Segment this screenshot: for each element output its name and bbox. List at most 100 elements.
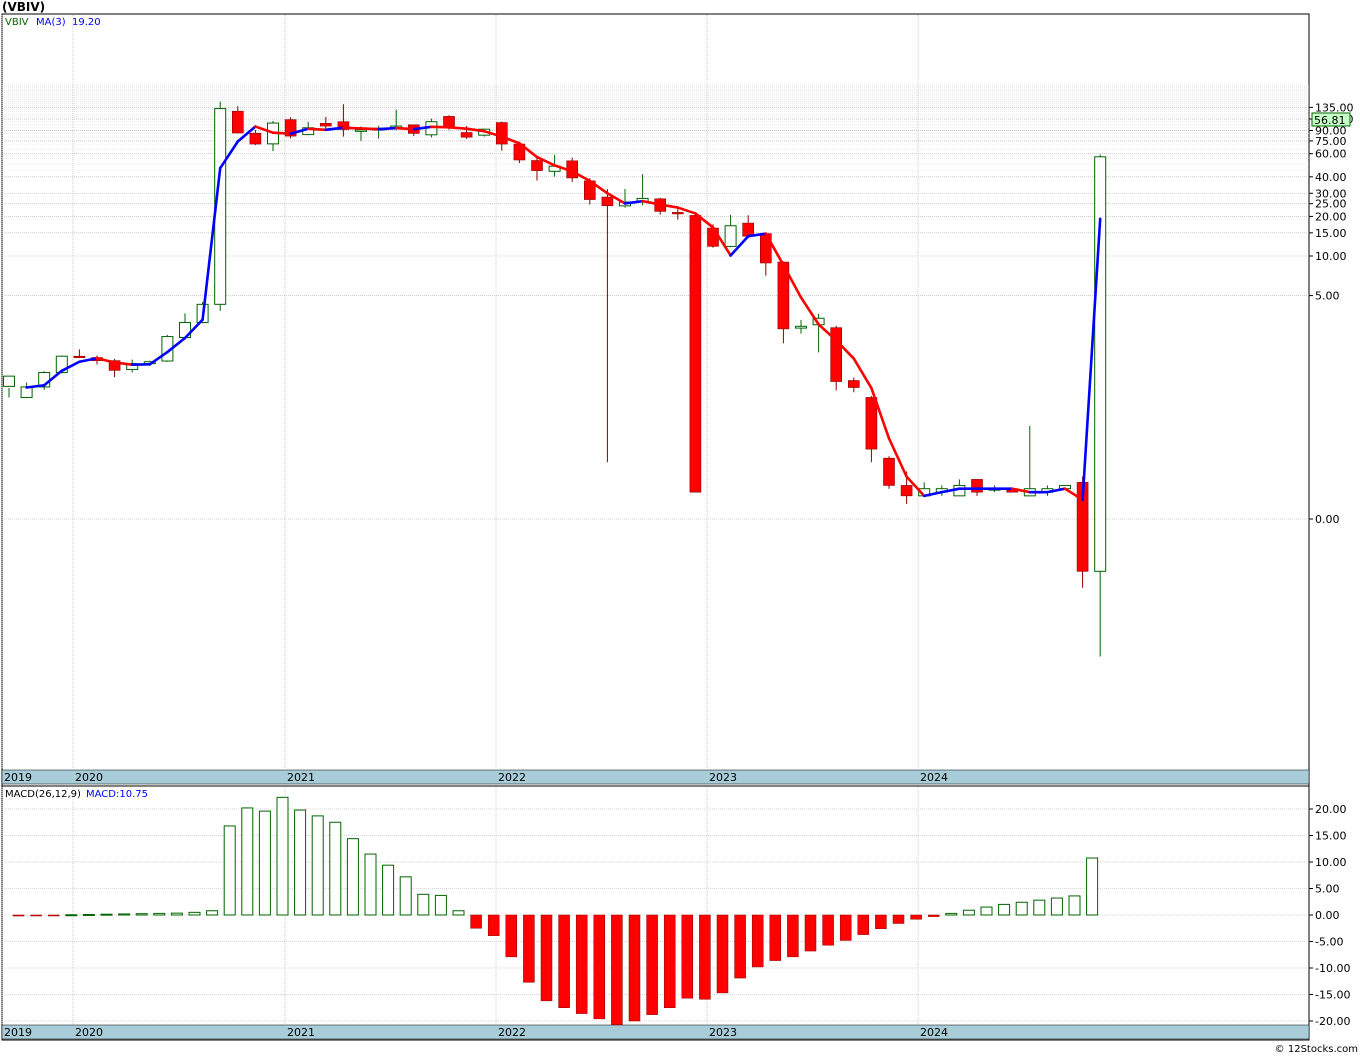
macd-bar-positive — [188, 911, 201, 916]
macd-bar-positive — [382, 864, 395, 916]
macd-bar-negative — [751, 914, 764, 968]
macd-bar-negative — [787, 914, 799, 958]
candle-body-down — [865, 397, 878, 450]
macd-bar-positive — [276, 796, 289, 916]
price-y-tick-label: 10.00 — [1315, 250, 1347, 263]
ma3-segment — [377, 126, 398, 131]
macd-bar-positive — [170, 912, 183, 916]
price-y-tick-label: 40.00 — [1315, 171, 1347, 184]
price-y-tick-label: 15.00 — [1315, 227, 1347, 240]
macd-bar-negative — [857, 914, 870, 935]
macd-bar-positive — [417, 893, 430, 916]
macd-bar-negative — [540, 914, 553, 1002]
macd-bar-negative — [681, 914, 694, 999]
macd-bar-positive — [1050, 897, 1063, 916]
macd-bar-negative — [804, 914, 817, 952]
candle-body-down — [671, 212, 684, 215]
ma3-segment — [394, 126, 416, 131]
macd-y-tick-label: -5.00 — [1315, 936, 1343, 949]
macd-bar-positive — [241, 807, 254, 916]
candle-body-down — [689, 215, 702, 493]
macd-x-label: 2020 — [75, 1026, 103, 1039]
macd-bar-negative — [910, 914, 922, 920]
candle-body-down — [742, 222, 755, 237]
macd-y-tick-label: -10.00 — [1315, 962, 1350, 975]
macd-bar-positive — [1068, 895, 1081, 916]
price-x-label: 2023 — [709, 771, 737, 784]
macd-y-tick-label: -20.00 — [1315, 1015, 1350, 1028]
price-y-tick-label: 20.00 — [1315, 210, 1347, 223]
candle-body-down — [707, 227, 719, 247]
macd-bar-negative — [839, 914, 852, 941]
ma3-segment — [342, 126, 363, 130]
ma3-segment — [271, 131, 292, 136]
macd-bar-positive — [294, 809, 307, 916]
macd-bar-negative — [505, 914, 518, 958]
macd-bar-positive — [329, 821, 342, 916]
price-x-label: 2022 — [498, 771, 526, 784]
price-y-tick-label: 25.00 — [1315, 198, 1347, 211]
candle-body-down — [460, 132, 473, 138]
price-panel-frame — [1, 13, 1310, 787]
macd-legend-value: MACD:10.75 — [86, 789, 148, 800]
macd-bar-negative — [628, 914, 641, 1022]
macd-x-label: 2021 — [287, 1026, 315, 1039]
macd-bar-positive — [206, 910, 219, 916]
macd-bar-positive — [65, 914, 78, 917]
macd-y-labels: 20.00 15.00 10.00 5.00 0.00 -5.00 -10.00 -15.00… — [1309, 803, 1350, 1028]
price-legend-ma-value: 19.20 — [72, 17, 101, 28]
macd-bar-positive — [980, 906, 993, 916]
macd-bar-positive — [311, 815, 324, 916]
macd-bar-positive — [153, 912, 166, 916]
macd-bar-positive — [258, 810, 271, 916]
macd-bar-negative — [716, 914, 729, 994]
price-legend-symbol: VBIV — [5, 17, 29, 28]
price-x-label: 2020 — [75, 771, 103, 784]
macd-bar-negative — [30, 914, 42, 917]
macd-bar-positive — [434, 894, 447, 916]
candle-body-up — [795, 325, 807, 329]
macd-bar-positive — [135, 913, 148, 916]
chart-canvas: 2019 2020 2021 2022 2023 2024 2019 2020 2021 202… — [1, 0, 1358, 1055]
candle-body-down — [971, 479, 983, 493]
macd-bar-positive — [945, 912, 958, 916]
macd-x-label: 2023 — [709, 1026, 737, 1039]
candle-body-up — [3, 375, 15, 387]
candle-body-down — [232, 110, 244, 134]
candle-body-up — [724, 225, 737, 247]
candle-body-up — [355, 129, 367, 132]
watermark: © 12Stocks.com — [1275, 1044, 1358, 1055]
macd-bar-negative — [487, 914, 500, 936]
macd-bar-negative — [646, 914, 658, 1015]
price-x-label: 2019 — [4, 771, 32, 784]
macd-bar-positive — [1015, 901, 1028, 916]
macd-bar-positive — [998, 903, 1011, 916]
candle-body-down — [900, 485, 913, 497]
macd-y-tick-label: 15.00 — [1315, 830, 1347, 843]
macd-bar-negative — [12, 914, 25, 917]
macd-bar-positive — [1033, 899, 1046, 916]
candle-body-down — [847, 380, 860, 388]
macd-bar-positive — [100, 913, 113, 916]
chart-title: (VBIV) — [2, 0, 45, 14]
macd-bar-negative — [769, 914, 782, 961]
macd-bar-negative — [892, 914, 905, 924]
macd-bar-positive — [82, 913, 95, 916]
macd-bar-positive — [452, 910, 465, 916]
macd-x-label: 2024 — [920, 1026, 948, 1039]
macd-bar-negative — [611, 914, 623, 1025]
candle-body-down — [319, 123, 332, 127]
candle-body-down — [883, 457, 895, 486]
macd-bar-positive — [223, 825, 236, 916]
macd-x-label: 2022 — [498, 1026, 526, 1039]
macd-y-tick-label: 20.00 — [1315, 803, 1347, 816]
macd-bar-negative — [699, 914, 711, 1000]
macd-bar-negative — [575, 914, 588, 1014]
candle-body-down — [531, 160, 543, 171]
macd-bar-negative — [558, 914, 570, 1008]
macd-bar-positive — [118, 913, 131, 916]
macd-y-tick-label: 5.00 — [1315, 883, 1340, 896]
macd-y-tick-label: -15.00 — [1315, 989, 1350, 1002]
macd-bar-negative — [875, 914, 887, 930]
candle-body-down — [249, 132, 262, 145]
